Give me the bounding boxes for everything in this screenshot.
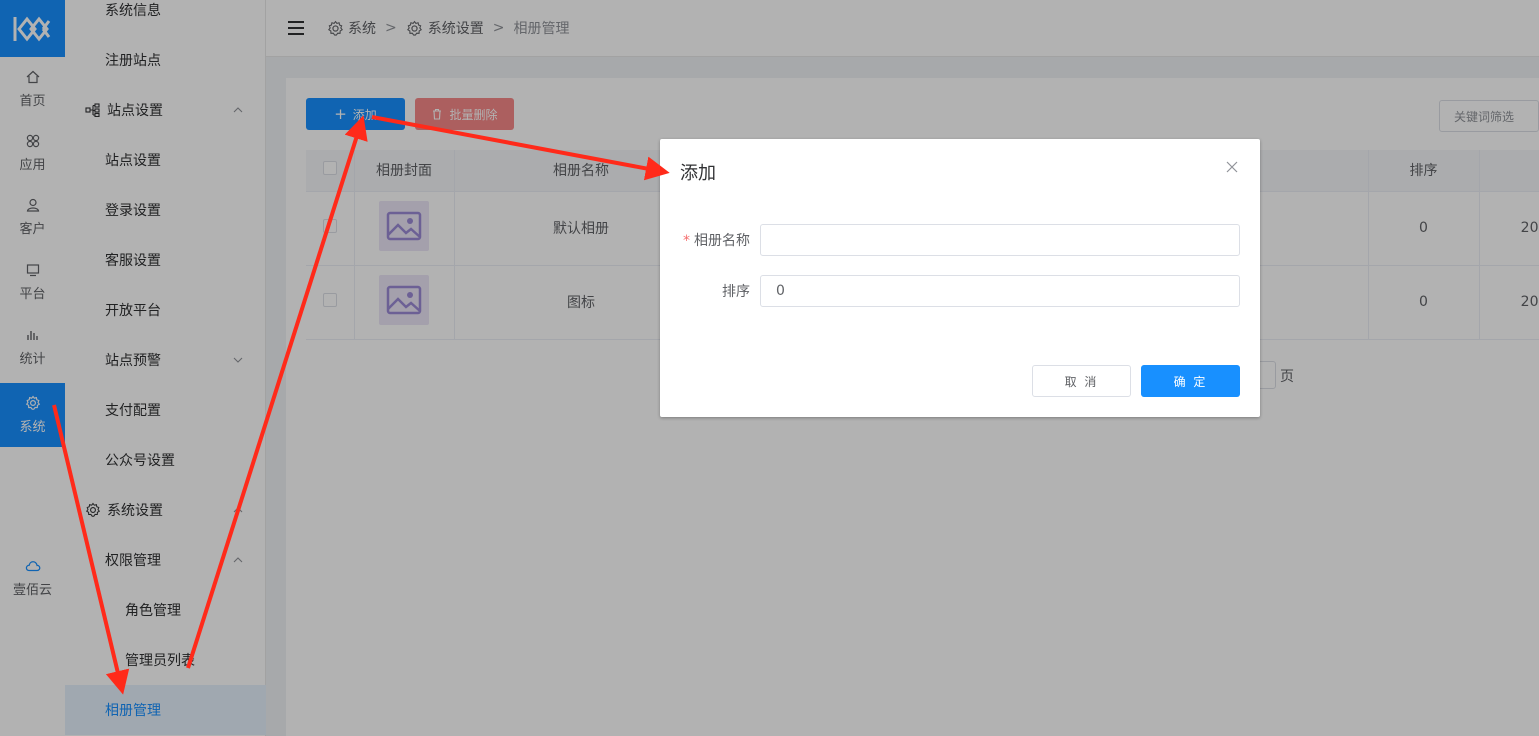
sort-label: 排序 bbox=[722, 284, 750, 300]
album-name-label: * 相册名称 bbox=[660, 230, 750, 250]
required-mark: * bbox=[683, 233, 690, 249]
close-icon[interactable] bbox=[1226, 161, 1238, 173]
album-name-input[interactable] bbox=[760, 224, 1240, 256]
dialog-title: 添加 bbox=[680, 163, 716, 184]
add-album-dialog: 添加 *相册名称 排序 取 消 确 定 bbox=[660, 139, 1260, 417]
sort-input[interactable] bbox=[760, 275, 1240, 307]
cancel-button[interactable]: 取 消 bbox=[1032, 365, 1131, 397]
confirm-button[interactable]: 确 定 bbox=[1141, 365, 1240, 397]
album-name-label-text: 相册名称 bbox=[694, 233, 750, 249]
